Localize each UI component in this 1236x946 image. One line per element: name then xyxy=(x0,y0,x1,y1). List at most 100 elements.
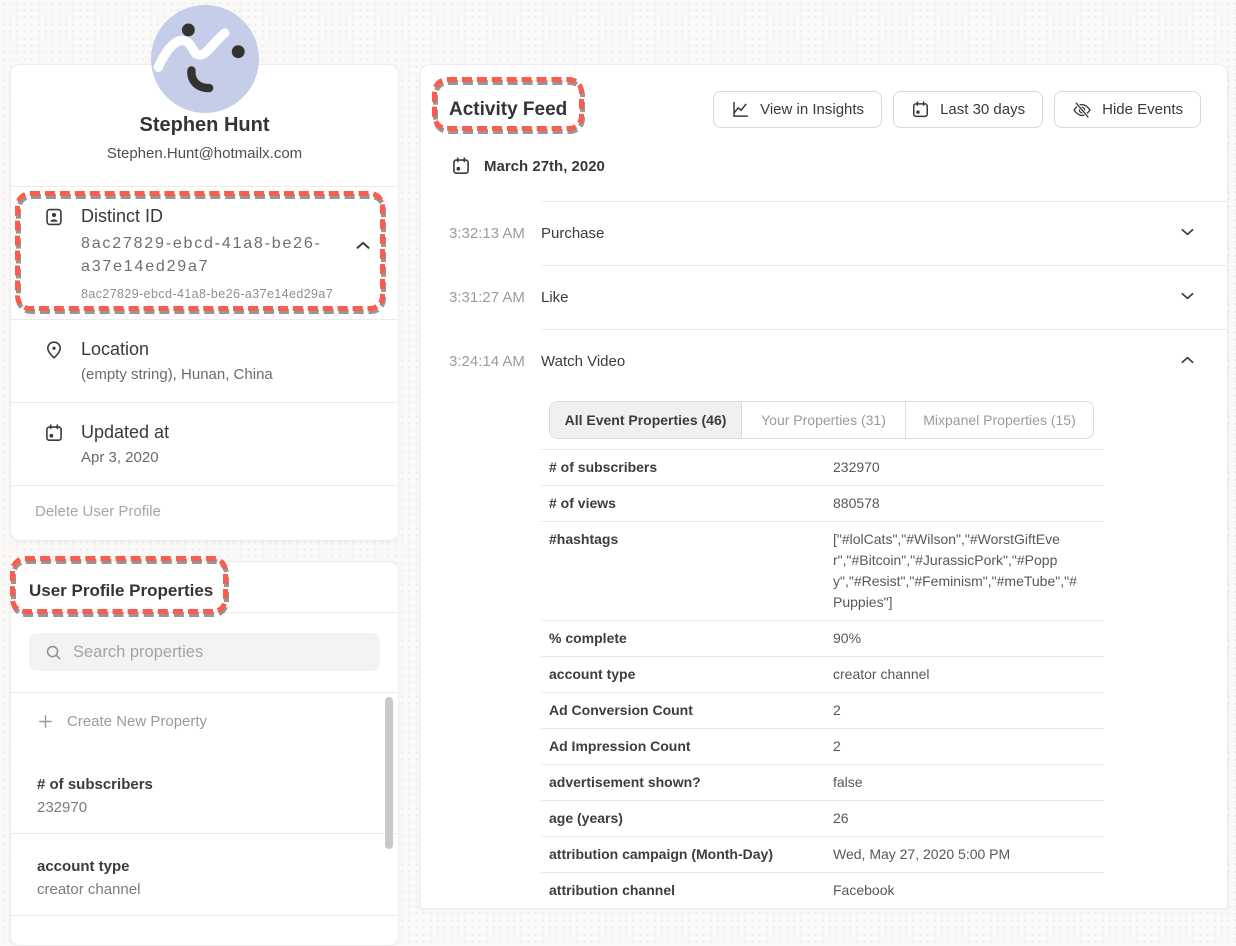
user-profile-card: Stephen Hunt Stephen.Hunt@hotmailx.com D… xyxy=(10,64,399,541)
property-list-item[interactable]: # of subscribers 232970 xyxy=(11,752,398,834)
distinct-id-collapse-button[interactable] xyxy=(356,239,372,249)
event-row-like[interactable]: 3:31:27 AM Like xyxy=(421,266,1227,329)
table-row: # of subscribers 232970 xyxy=(541,450,1104,486)
sidebar: Stephen Hunt Stephen.Hunt@hotmailx.com D… xyxy=(10,64,399,946)
search-properties-input[interactable] xyxy=(29,633,380,671)
distinct-id-value: 8ac27829-ebcd-41a8-be26- a37e14ed29a7 xyxy=(81,232,346,278)
calendar-icon xyxy=(911,100,930,119)
table-row: Ad Impression Count 2 xyxy=(541,729,1104,765)
property-name: # of views xyxy=(541,493,833,514)
tab-all-event-properties[interactable]: All Event Properties (46) xyxy=(550,402,742,438)
property-value: 232970 xyxy=(37,797,372,818)
table-row: account type creator channel xyxy=(541,657,1104,693)
updated-at-value: Apr 3, 2020 xyxy=(81,448,169,467)
property-value: ["#lolCats","#Wilson","#WorstGiftEver","… xyxy=(833,529,1085,613)
property-value: Wed, May 27, 2020 5:00 PM xyxy=(833,844,1085,865)
create-new-property-button[interactable]: Create New Property xyxy=(11,693,398,752)
location-section: Location (empty string), Hunan, China xyxy=(11,319,398,402)
table-row: advertisement shown? false xyxy=(541,765,1104,801)
date-range-button[interactable]: Last 30 days xyxy=(893,91,1043,128)
chevron-down-icon[interactable] xyxy=(1181,228,1194,236)
properties-scrollbar-thumb[interactable] xyxy=(385,697,393,849)
table-row: age (years) 26 xyxy=(541,801,1104,837)
user-email: Stephen.Hunt@hotmailx.com xyxy=(31,144,378,163)
property-value: 2 xyxy=(833,700,1085,721)
property-value: 26 xyxy=(833,808,1085,829)
table-row: attribution campaign (Month-Day) Wed, Ma… xyxy=(541,837,1104,873)
insights-chart-icon xyxy=(731,100,750,119)
event-time: 3:31:27 AM xyxy=(449,289,541,306)
delete-user-profile-button[interactable]: Delete User Profile xyxy=(11,485,398,540)
distinct-id-section: Distinct ID 8ac27829-ebcd-41a8-be26- a37… xyxy=(11,186,398,319)
feed-actions: View in Insights Last 30 days Hide Event… xyxy=(713,91,1201,128)
calendar-icon xyxy=(451,156,471,176)
calendar-icon xyxy=(44,423,64,443)
hide-events-button[interactable]: Hide Events xyxy=(1054,91,1201,128)
property-value: 2 xyxy=(833,736,1085,757)
activity-feed-title: Activity Feed xyxy=(449,99,567,121)
event-name: Purchase xyxy=(541,225,604,242)
user-profile-properties-card: User Profile Properties Create New Prope… xyxy=(10,561,399,946)
event-time: 3:24:14 AM xyxy=(449,353,541,370)
table-row: Ad Conversion Count 2 xyxy=(541,693,1104,729)
property-name: attribution campaign (Month-Day) xyxy=(541,844,833,865)
property-name: % complete xyxy=(541,628,833,649)
property-name: advertisement shown? xyxy=(541,772,833,793)
updated-at-content: Updated at Apr 3, 2020 xyxy=(81,421,169,467)
distinct-id-full-value: 8ac27829-ebcd-41a8-be26-a37e14ed29a7 xyxy=(81,287,346,301)
mixpanel-avatar-icon xyxy=(151,5,259,113)
property-value: creator channel xyxy=(833,664,1085,685)
chevron-up-icon[interactable] xyxy=(1181,356,1194,364)
divider xyxy=(11,612,398,613)
id-badge-icon xyxy=(44,207,64,227)
location-label: Location xyxy=(81,338,273,360)
feed-date-header: March 27th, 2020 xyxy=(451,156,1227,176)
event-name: Like xyxy=(541,289,569,306)
property-name: account type xyxy=(541,664,833,685)
property-value: false xyxy=(833,772,1085,793)
property-list-item[interactable]: account type creator channel xyxy=(11,834,398,916)
property-value: 90% xyxy=(833,628,1085,649)
location-content: Location (empty string), Hunan, China xyxy=(81,338,273,384)
tab-mixpanel-properties[interactable]: Mixpanel Properties (15) xyxy=(906,402,1093,438)
event-properties-table: # of subscribers 232970 # of views 88057… xyxy=(541,449,1104,909)
property-name: Ad Conversion Count xyxy=(541,700,833,721)
chevron-down-icon[interactable] xyxy=(1181,292,1194,300)
property-name: # of subscribers xyxy=(541,457,833,478)
updated-at-label: Updated at xyxy=(81,421,169,443)
chevron-up-icon xyxy=(356,241,370,250)
property-value: 880578 xyxy=(833,493,1085,514)
event-row-purchase[interactable]: 3:32:13 AM Purchase xyxy=(421,202,1227,265)
user-avatar xyxy=(151,5,259,113)
location-value: (empty string), Hunan, China xyxy=(81,365,273,384)
event-detail-panel: All Event Properties (46) Your Propertie… xyxy=(541,401,1104,909)
table-row: attribution channel Facebook xyxy=(541,873,1104,909)
activity-feed-header: Activity Feed View in Insights Last 30 d… xyxy=(421,65,1227,128)
property-value: Facebook xyxy=(833,880,1085,901)
plus-icon xyxy=(37,713,54,730)
property-name: age (years) xyxy=(541,808,833,829)
user-profile-properties-title: User Profile Properties xyxy=(11,562,398,612)
distinct-id-content: Distinct ID 8ac27829-ebcd-41a8-be26- a37… xyxy=(81,205,346,301)
property-name: # of subscribers xyxy=(37,774,372,795)
view-in-insights-button[interactable]: View in Insights xyxy=(713,91,882,128)
property-name: #hashtags xyxy=(541,529,833,613)
location-pin-icon xyxy=(44,340,64,360)
user-name: Stephen Hunt xyxy=(31,113,378,137)
tab-your-properties[interactable]: Your Properties (31) xyxy=(742,402,906,438)
table-row: % complete 90% xyxy=(541,621,1104,657)
event-properties-tabs: All Event Properties (46) Your Propertie… xyxy=(549,401,1094,439)
eye-off-icon xyxy=(1072,100,1092,120)
table-row: # of views 880578 xyxy=(541,486,1104,522)
search-properties-field xyxy=(29,633,380,671)
property-name: Ad Impression Count xyxy=(541,736,833,757)
property-name: attribution channel xyxy=(541,880,833,901)
property-name: account type xyxy=(37,856,372,877)
table-row: #hashtags ["#lolCats","#Wilson","#WorstG… xyxy=(541,522,1104,621)
updated-at-section: Updated at Apr 3, 2020 xyxy=(11,402,398,485)
event-name: Watch Video xyxy=(541,353,625,370)
property-value: creator channel xyxy=(37,879,372,900)
event-row-watch-video[interactable]: 3:24:14 AM Watch Video xyxy=(421,330,1227,393)
property-value: 232970 xyxy=(833,457,1085,478)
activity-feed-card: Activity Feed View in Insights Last 30 d… xyxy=(420,64,1228,909)
